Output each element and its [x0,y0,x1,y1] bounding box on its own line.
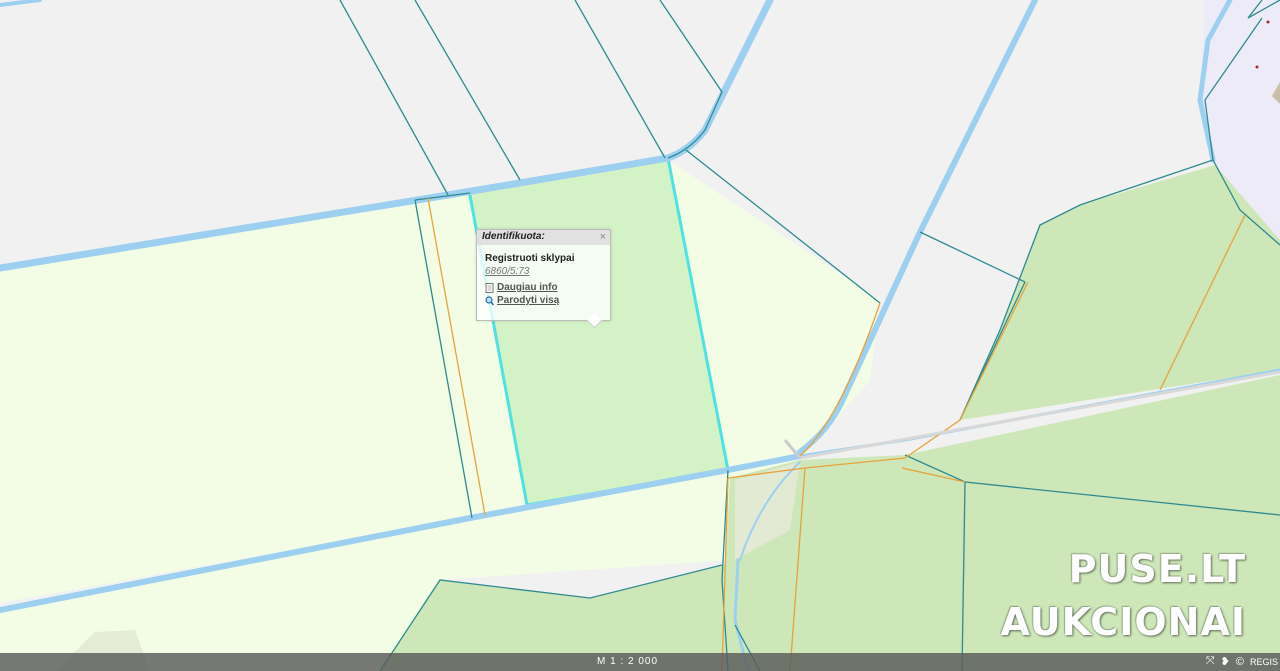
pin-icon[interactable]: ❥ [1221,655,1230,668]
identify-popup: Identifikuota: × Registruoti sklypai 686… [476,229,611,329]
scale-label: M 1 : 2 000 [597,656,659,667]
status-bar: M 1 : 2 000 ⤧ ❥ © REGIS [0,653,1280,671]
document-icon [485,282,494,293]
status-icons: ⤧ ❥ © REGIS [1206,655,1280,668]
parcel-id-link[interactable]: 6860/5:73 [485,266,602,277]
copyright-icon[interactable]: © [1236,656,1244,668]
magnifier-icon [485,295,494,305]
more-info-label: Daugiau info [497,282,558,293]
popup-header: Identifikuota: [477,230,610,245]
registry-label: REGIS [1249,656,1278,667]
show-all-label: Parodyti visą [497,295,560,306]
layer-title: Registruoti sklypai [485,253,575,264]
fullscreen-icon[interactable]: ⤧ [1206,655,1215,668]
watermark-line-2: AUKCIONAI [1000,600,1246,644]
close-icon[interactable]: × [600,231,606,243]
point-marker [1255,65,1259,69]
show-all-link[interactable]: Parodyti visą [485,295,602,306]
watermark-line-1: PUSE.LT [1068,547,1246,591]
more-info-link[interactable]: Daugiau info [485,282,602,293]
point-marker [1266,20,1270,24]
